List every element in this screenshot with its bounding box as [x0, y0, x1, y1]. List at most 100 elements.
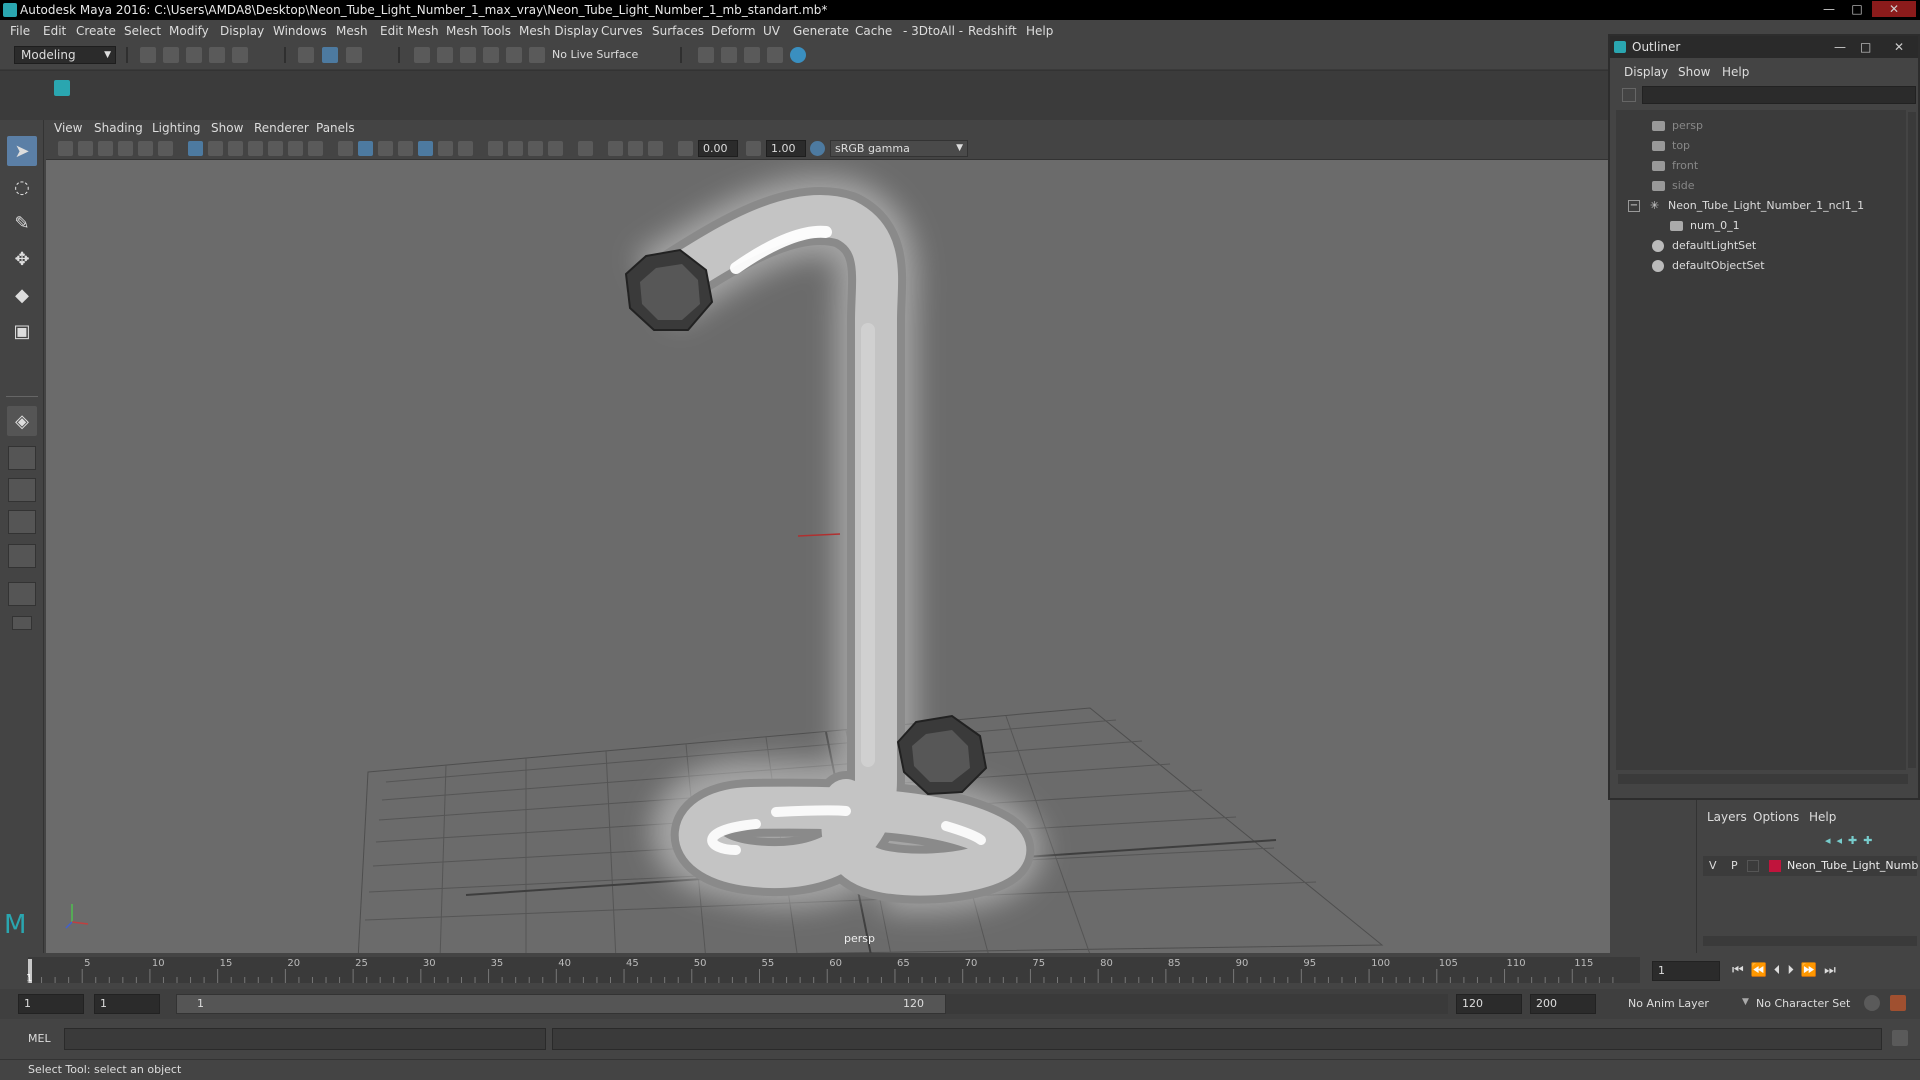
current-frame-field[interactable]: 1: [1652, 961, 1720, 981]
textured-icon[interactable]: [398, 141, 413, 156]
menu-create[interactable]: Create: [76, 20, 116, 42]
camera-attributes-icon[interactable]: [78, 141, 93, 156]
menu-mesh-display[interactable]: Mesh Display: [519, 20, 599, 42]
two-view-layout-icon[interactable]: [8, 478, 36, 502]
rotate-tool-icon[interactable]: ◆: [7, 280, 37, 310]
command-input[interactable]: [64, 1028, 546, 1050]
menu-generate[interactable]: Generate: [793, 20, 849, 42]
minimize-button[interactable]: —: [1816, 1, 1842, 17]
outliner-menu-help[interactable]: Help: [1722, 65, 1749, 79]
isolate-select-icon[interactable]: [578, 141, 593, 156]
outliner-search-input[interactable]: [1642, 86, 1916, 104]
screen-space-ao-icon[interactable]: [458, 141, 473, 156]
wireframe-on-shaded-icon[interactable]: [378, 141, 393, 156]
smooth-shade-icon[interactable]: [358, 141, 373, 156]
panel-menu-show[interactable]: Show: [211, 121, 243, 135]
xray-active-icon[interactable]: [628, 141, 643, 156]
more-layouts-icon[interactable]: [12, 616, 32, 630]
menu-modify[interactable]: Modify: [169, 20, 209, 42]
panel-menu-renderer[interactable]: Renderer: [254, 121, 309, 135]
menu-edit[interactable]: Edit: [43, 20, 66, 42]
menu-windows[interactable]: Windows: [273, 20, 327, 42]
render-settings-icon[interactable]: [698, 47, 714, 63]
outliner-item-side[interactable]: side: [1652, 176, 1695, 196]
animation-start-field[interactable]: 1: [18, 994, 84, 1014]
menu-uv[interactable]: UV: [763, 20, 780, 42]
panel-menu-view[interactable]: View: [54, 121, 82, 135]
outliner-filter-icon[interactable]: [1622, 88, 1636, 102]
depth-of-field-icon[interactable]: [528, 141, 543, 156]
menu-help[interactable]: Help: [1026, 20, 1053, 42]
outliner-close-button[interactable]: ✕: [1894, 36, 1904, 58]
range-slider-empty[interactable]: [946, 994, 1448, 1014]
outliner-item-front[interactable]: front: [1652, 156, 1698, 176]
outliner-minimize-button[interactable]: —: [1834, 36, 1846, 58]
lasso-tool-icon[interactable]: ◌: [7, 172, 37, 202]
anim-layer-dropdown[interactable]: No Anim Layer: [1628, 997, 1709, 1010]
scale-tool-icon[interactable]: ▣: [7, 316, 37, 346]
field-chart-icon[interactable]: [268, 141, 283, 156]
auto-key-icon[interactable]: [1864, 995, 1880, 1011]
snap-view-plane-icon[interactable]: [483, 47, 499, 63]
backface-culling-icon[interactable]: [648, 141, 663, 156]
two-d-pan-icon[interactable]: [138, 141, 153, 156]
safe-action-icon[interactable]: [288, 141, 303, 156]
live-surface-field[interactable]: No Live Surface: [552, 46, 644, 64]
select-object-icon[interactable]: [322, 47, 338, 63]
ipr-render-icon[interactable]: [744, 47, 760, 63]
paint-select-icon[interactable]: ✎: [7, 208, 37, 238]
menu-set-dropdown[interactable]: Modeling ▼: [14, 46, 116, 64]
select-component-icon[interactable]: [346, 47, 362, 63]
safe-title-icon[interactable]: [308, 141, 323, 156]
hypershade-layout-icon[interactable]: [8, 582, 36, 606]
layer-playback-toggle[interactable]: P: [1731, 856, 1738, 876]
shelf-maya-icon[interactable]: [54, 80, 70, 96]
graph-persp-layout-icon[interactable]: [8, 544, 36, 568]
playback-start-field[interactable]: 1: [94, 994, 160, 1014]
grease-pencil-icon[interactable]: [158, 141, 173, 156]
snap-curve-icon[interactable]: [437, 47, 453, 63]
animation-end-field[interactable]: 200: [1530, 994, 1596, 1014]
outliner-maximize-button[interactable]: □: [1860, 36, 1871, 58]
menu-cache[interactable]: Cache: [855, 20, 892, 42]
snap-point-icon[interactable]: [460, 47, 476, 63]
select-hierarchy-icon[interactable]: [298, 47, 314, 63]
color-management-icon[interactable]: [810, 141, 825, 156]
layer-display-type[interactable]: [1747, 860, 1759, 872]
outliner-menu-show[interactable]: Show: [1678, 65, 1710, 79]
collapse-icon[interactable]: −: [1628, 200, 1640, 212]
snap-grid-icon[interactable]: [414, 47, 430, 63]
layer-menu-help[interactable]: Help: [1809, 810, 1836, 824]
menu-deform[interactable]: Deform: [711, 20, 756, 42]
move-tool-icon[interactable]: ✥: [7, 244, 37, 274]
hypershade-icon[interactable]: [790, 47, 806, 63]
redo-icon[interactable]: [232, 47, 248, 63]
outliner-item-default-object-set[interactable]: defaultObjectSet: [1652, 256, 1765, 276]
menu-edit-mesh[interactable]: Edit Mesh: [380, 20, 439, 42]
layer-menu-options[interactable]: Options: [1753, 810, 1799, 824]
menu-mesh[interactable]: Mesh: [336, 20, 368, 42]
menu-select[interactable]: Select: [124, 20, 161, 42]
maximize-button[interactable]: □: [1844, 1, 1870, 17]
outliner-item-num-0-1[interactable]: num_0_1: [1670, 216, 1740, 236]
layer-visibility-toggle[interactable]: V: [1709, 856, 1717, 876]
menu-display[interactable]: Display: [220, 20, 264, 42]
layer-menu-layers[interactable]: Layers: [1707, 810, 1747, 824]
render-frame-icon[interactable]: [721, 47, 737, 63]
select-tool-icon[interactable]: ➤: [7, 136, 37, 166]
film-gate-icon[interactable]: [208, 141, 223, 156]
use-all-lights-icon[interactable]: [418, 141, 433, 156]
command-language-label[interactable]: MEL: [28, 1032, 51, 1045]
snap-live-icon[interactable]: [506, 47, 522, 63]
image-plane-icon[interactable]: [118, 141, 133, 156]
panel-menu-shading[interactable]: Shading: [94, 121, 143, 135]
outliner-item-persp[interactable]: persp: [1652, 116, 1703, 136]
character-set-dropdown[interactable]: No Character Set: [1756, 997, 1850, 1010]
menu-3dtoall[interactable]: - 3DtoAll -: [903, 20, 963, 42]
view-transform-dropdown[interactable]: sRGB gamma ▼: [830, 140, 968, 157]
single-view-layout-icon[interactable]: ◈: [7, 406, 37, 436]
playback-controls[interactable]: ⏮⏪⏴⏵⏩⏭: [1732, 963, 1918, 979]
wireframe-icon[interactable]: [338, 141, 353, 156]
layer-name[interactable]: Neon_Tube_Light_Numb: [1787, 856, 1918, 876]
menu-file[interactable]: File: [10, 20, 30, 42]
